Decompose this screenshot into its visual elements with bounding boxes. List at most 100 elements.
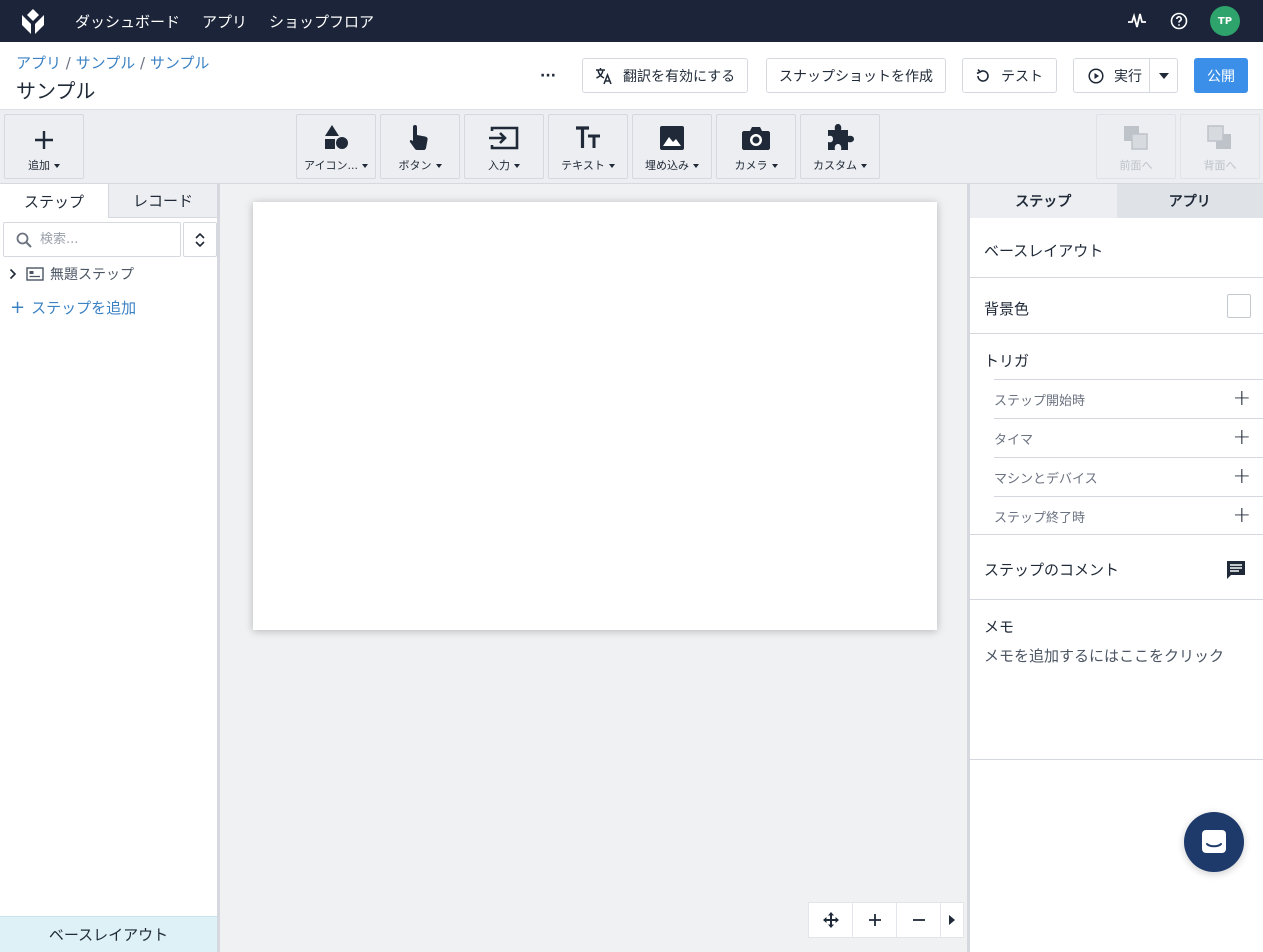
translate-icon — [596, 67, 612, 84]
enable-translation-label: 翻訳を有効にする — [623, 68, 736, 85]
step-canvas[interactable] — [253, 202, 937, 630]
caret-right-icon — [949, 915, 955, 925]
page-title: サンプル — [16, 79, 96, 103]
embed-widget-label: 埋め込み — [645, 157, 699, 173]
background-color-label: 背景色 — [984, 300, 1030, 318]
sort-icon — [195, 232, 205, 247]
button-widget-label: ボタン — [399, 157, 442, 173]
send-back-button[interactable]: 背面へ — [1180, 114, 1260, 179]
publish-button[interactable]: 公開 — [1194, 58, 1248, 93]
breadcrumb-app[interactable]: サンプル — [76, 54, 136, 72]
zoom-out-button[interactable] — [897, 903, 941, 937]
create-snapshot-button[interactable]: スナップショットを作成 — [766, 58, 946, 93]
chat-icon — [1202, 830, 1226, 853]
background-color-section: 背景色 — [970, 278, 1263, 334]
text-widget-label: テキスト — [561, 157, 615, 173]
nav-shopfloor[interactable]: ショップフロア — [269, 11, 374, 32]
trigger-machines-devices[interactable]: マシンとデバイス + — [994, 457, 1263, 496]
breadcrumb-apps[interactable]: アプリ — [16, 54, 61, 72]
search-field — [3, 222, 181, 257]
breadcrumb: アプリ / サンプル / サンプル — [16, 52, 209, 73]
tab-steps[interactable]: ステップ — [0, 184, 109, 218]
add-step-button[interactable]: + ステップを追加 — [10, 297, 136, 318]
enable-translation-button[interactable]: 翻訳を有効にする — [582, 58, 749, 93]
nav-dashboard[interactable]: ダッシュボード — [75, 11, 180, 32]
add-step-label: ステップを追加 — [31, 299, 137, 317]
top-nav: ダッシュボード アプリ ショップフロア TP — [0, 0, 1263, 42]
icons-widget-button[interactable]: アイコン... — [296, 114, 376, 179]
test-button[interactable]: テスト — [962, 58, 1057, 93]
pan-button[interactable] — [809, 903, 853, 937]
zoom-controls — [808, 902, 964, 938]
zoom-out-icon — [912, 919, 925, 921]
chat-support-button[interactable] — [1184, 812, 1244, 872]
test-label: テスト — [1001, 68, 1043, 85]
trigger-label: タイマ — [994, 432, 1034, 448]
tab-step[interactable]: ステップ — [970, 184, 1117, 218]
add-trigger-icon[interactable]: + — [1233, 466, 1251, 488]
breadcrumb-step[interactable]: サンプル — [150, 54, 210, 72]
comment-icon[interactable] — [1225, 559, 1247, 581]
input-widget-label: 入力 — [488, 157, 520, 173]
background-color-swatch[interactable] — [1227, 294, 1251, 318]
text-icon — [574, 115, 602, 153]
run-button[interactable]: 実行 — [1074, 59, 1150, 92]
button-widget-button[interactable]: ボタン — [380, 114, 460, 179]
run-options-dropdown[interactable] — [1150, 72, 1177, 79]
add-widget-button[interactable]: 追加 — [4, 114, 84, 179]
zoom-in-button[interactable] — [853, 903, 897, 937]
trigger-label: ステップ開始時 — [994, 393, 1086, 409]
more-options-icon: ··· — [540, 68, 556, 84]
bring-front-button[interactable]: 前面へ — [1096, 114, 1176, 179]
step-list-item[interactable]: 無題ステップ — [6, 264, 134, 284]
add-widget-label: 追加 — [28, 157, 60, 173]
trigger-step-exit[interactable]: ステップ終了時 + — [994, 496, 1263, 535]
trigger-step-enter[interactable]: ステップ開始時 + — [994, 379, 1263, 418]
shapes-icon — [322, 115, 350, 153]
caret-down-icon — [1158, 72, 1169, 79]
refresh-icon — [976, 68, 989, 82]
camera-widget-label: カメラ — [735, 157, 778, 173]
embed-widget-button[interactable]: 埋め込み — [632, 114, 712, 179]
icons-widget-label: アイコン... — [304, 157, 368, 173]
tulip-logo-icon[interactable] — [17, 5, 49, 37]
avatar[interactable]: TP — [1210, 6, 1240, 36]
base-layout-section[interactable]: ベースレイアウト — [970, 218, 1263, 278]
tab-records[interactable]: レコード — [109, 184, 217, 218]
trigger-label: マシンとデバイス — [994, 471, 1098, 487]
trigger-label: ステップ終了時 — [994, 510, 1086, 526]
steps-panel: ステップ レコード 無題ステップ + ステップを追加 ベースレイアウト — [0, 184, 220, 952]
search-icon — [16, 232, 32, 248]
custom-widget-label: カスタム — [813, 157, 867, 173]
chevron-right-icon[interactable] — [6, 268, 20, 280]
bring-front-icon — [1123, 115, 1149, 153]
custom-widget-button[interactable]: カスタム — [800, 114, 880, 179]
camera-widget-button[interactable]: カメラ — [716, 114, 796, 179]
nav-apps[interactable]: アプリ — [202, 11, 247, 32]
breadcrumb-separator: / — [65, 54, 71, 72]
base-layout-button[interactable]: ベースレイアウト — [0, 916, 217, 952]
search-input[interactable] — [40, 232, 160, 247]
triggers-label: トリガ — [984, 352, 1030, 370]
input-icon — [488, 115, 520, 153]
add-note-link[interactable]: メモを追加するにはここをクリック — [984, 645, 1249, 666]
step-comments-section[interactable]: ステップのコメント — [970, 535, 1263, 600]
pointer-hand-icon — [407, 115, 433, 153]
triggers-section: トリガ ステップ開始時 + タイマ + マシンとデバイス + ステップ終了時 + — [970, 334, 1263, 535]
activity-icon[interactable] — [1126, 10, 1148, 32]
text-widget-button[interactable]: テキスト — [548, 114, 628, 179]
add-trigger-icon[interactable]: + — [1233, 388, 1251, 410]
step-comments-label: ステップのコメント — [984, 561, 1120, 579]
trigger-timer[interactable]: タイマ + — [994, 418, 1263, 457]
breadcrumb-separator: / — [139, 54, 146, 72]
send-back-icon — [1207, 115, 1233, 153]
tab-app[interactable]: アプリ — [1116, 184, 1263, 218]
add-trigger-icon[interactable]: + — [1233, 505, 1251, 527]
more-options-button[interactable]: ··· — [538, 66, 558, 86]
input-widget-button[interactable]: 入力 — [464, 114, 544, 179]
add-trigger-icon[interactable]: + — [1233, 427, 1251, 449]
sort-button[interactable] — [183, 222, 217, 257]
collapse-zoom-button[interactable] — [941, 903, 963, 937]
run-label: 実行 — [1114, 68, 1142, 85]
help-icon[interactable] — [1168, 10, 1190, 32]
